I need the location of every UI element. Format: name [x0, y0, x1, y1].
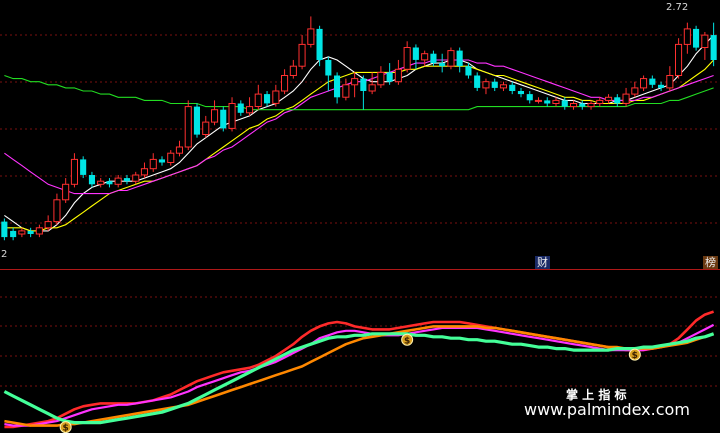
candle-body [368, 84, 376, 92]
candle-body [474, 75, 481, 88]
price-low-label: 2 [1, 249, 8, 260]
candle-body [534, 99, 543, 102]
candle-body [35, 227, 43, 235]
candle-body [394, 68, 402, 83]
candle-body [18, 230, 26, 235]
candle-body [491, 81, 498, 88]
candle-body [62, 183, 70, 201]
badge-right[interactable]: 榜 [703, 256, 718, 269]
candle-body [220, 109, 227, 129]
candle-body [386, 72, 393, 82]
dollar-marker-label: $ [63, 424, 69, 433]
watermark-url: www.palmindex.com [524, 400, 690, 419]
candle-body [421, 53, 429, 61]
candle-body [80, 159, 87, 175]
candle-body [53, 199, 61, 223]
candle-body [447, 50, 455, 67]
candle-body [281, 75, 289, 92]
candle-body [289, 65, 297, 76]
candle-body [675, 43, 683, 77]
candle-body [456, 50, 463, 67]
candle-body [114, 177, 122, 185]
candle-body [587, 103, 595, 108]
dollar-marker-label: $ [404, 336, 410, 346]
candle-body [298, 43, 306, 67]
candle-body [683, 28, 691, 45]
candle-body [596, 99, 604, 105]
candle-body [149, 158, 157, 170]
stock-chart[interactable]: $ $ $ [0, 0, 720, 433]
candle-body [158, 159, 165, 163]
candle-body [666, 75, 674, 89]
candle-body [1, 221, 8, 238]
candle-body [237, 103, 244, 113]
candle-body [211, 109, 219, 123]
candle-body [482, 81, 490, 89]
candle-body [649, 78, 656, 85]
candle-body [693, 28, 700, 48]
candle-body [202, 121, 210, 135]
candle-body [517, 91, 524, 95]
candle-body [412, 47, 419, 60]
candle-body [342, 84, 350, 98]
candle-body [430, 53, 437, 63]
candle-body [439, 63, 446, 67]
candle-body [70, 158, 79, 185]
candle-body [377, 71, 385, 86]
candle-body [246, 106, 254, 114]
candle-body [360, 78, 367, 91]
candle-body [193, 106, 200, 135]
chart-background [0, 0, 720, 433]
candle-body [88, 175, 95, 185]
candle-body [499, 84, 507, 89]
candle-body [307, 28, 315, 45]
badge-left[interactable]: 财 [535, 256, 550, 269]
candle-body [710, 35, 717, 60]
candle-body [106, 181, 113, 185]
candle-body [701, 34, 709, 48]
candle-body [552, 99, 560, 105]
candle-body [640, 78, 648, 89]
candle-body [403, 47, 411, 70]
candle-body [316, 28, 323, 60]
candle-body [526, 94, 533, 101]
candle-body [44, 221, 52, 229]
candle-body [658, 84, 665, 88]
candle-body [272, 90, 280, 104]
candle-body [351, 78, 359, 86]
candle-body [325, 60, 332, 76]
candle-body [123, 178, 130, 182]
candle-body [465, 66, 472, 76]
candle-body [97, 180, 105, 185]
candle-body [175, 146, 183, 154]
candle-body [264, 94, 271, 104]
candle-body [544, 100, 551, 104]
candle-body [631, 87, 639, 95]
price-high-label: 2.72 [666, 2, 689, 13]
candle-body [570, 103, 578, 108]
candle-body [184, 106, 192, 148]
candle-body [622, 93, 630, 104]
candle-body [140, 168, 148, 176]
candle-body [132, 174, 140, 182]
candle-body [561, 100, 568, 107]
candle-body [167, 152, 175, 163]
candle-body [614, 97, 621, 104]
candle-body [254, 93, 262, 107]
dollar-marker-label: $ [632, 351, 638, 361]
candle-body [579, 103, 586, 107]
candle-body [10, 230, 17, 238]
candle-body [334, 75, 341, 98]
candle-body [27, 230, 34, 234]
candle-body [605, 96, 613, 101]
candle-body [509, 84, 516, 91]
candle-body [228, 103, 236, 129]
